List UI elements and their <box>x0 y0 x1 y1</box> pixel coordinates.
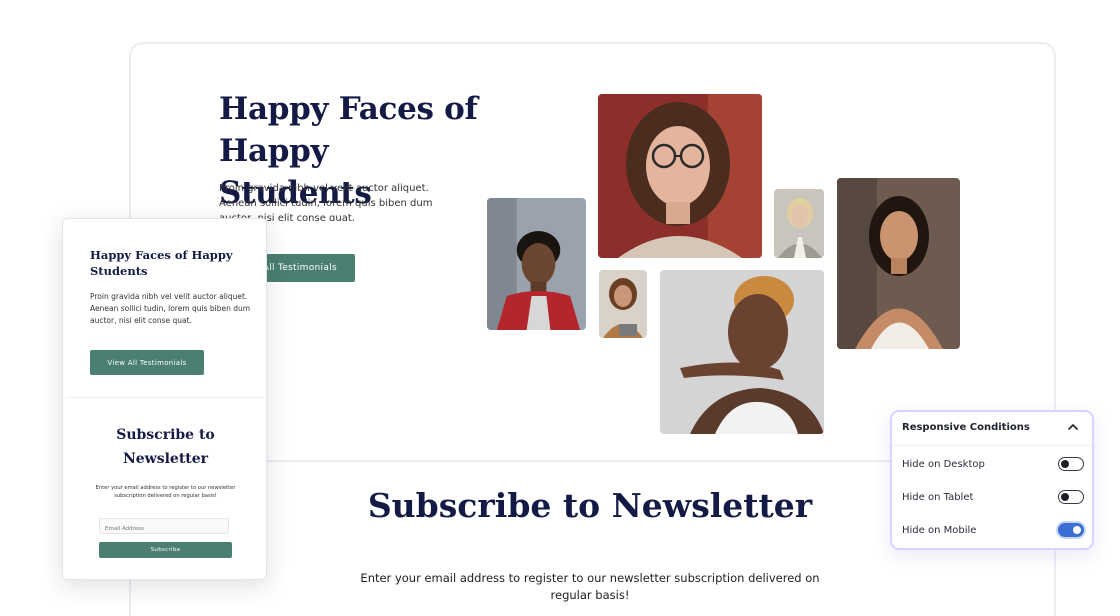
hide-on-desktop-label: Hide on Desktop <box>902 459 985 470</box>
mobile-newsletter-title: Subscribe to Newsletter <box>116 427 215 467</box>
hide-on-tablet-row: Hide on Tablet <box>902 489 1084 507</box>
student-photo <box>837 178 960 349</box>
mobile-section-divider <box>66 397 264 398</box>
subscribe-button[interactable]: Subscribe <box>99 542 232 558</box>
panel-separator <box>892 445 1092 446</box>
hide-on-desktop-toggle[interactable] <box>1058 457 1084 471</box>
mobile-hero-title: Happy Faces of Happy Students <box>90 248 233 278</box>
student-photo <box>774 189 824 258</box>
hide-on-mobile-label: Hide on Mobile <box>902 525 977 536</box>
student-photo <box>599 270 647 338</box>
hero-text: Proin gravida nibh vel velit auctor aliq… <box>219 183 433 221</box>
hide-on-tablet-label: Hide on Tablet <box>902 492 974 503</box>
mobile-newsletter-text: Enter your email address to register to … <box>95 485 236 499</box>
mobile-view-all-testimonials-button[interactable]: View All Testimonials <box>90 350 204 375</box>
mobile-preview-card: Happy Faces of Happy Students Proin grav… <box>62 218 267 580</box>
responsive-conditions-panel: Responsive Conditions Hide on Desktop Hi… <box>890 410 1094 550</box>
student-photo <box>598 94 762 258</box>
student-photo <box>660 270 824 434</box>
responsive-conditions-header[interactable]: Responsive Conditions <box>902 422 1030 433</box>
mobile-hero-text: Proin gravida nibh vel velit auctor aliq… <box>90 292 251 325</box>
hide-on-desktop-row: Hide on Desktop <box>902 456 1084 474</box>
student-photo <box>487 198 586 330</box>
hide-on-tablet-toggle[interactable] <box>1058 490 1084 504</box>
hide-on-mobile-row: Hide on Mobile <box>902 522 1084 540</box>
newsletter-title: Subscribe to Newsletter <box>367 486 813 525</box>
hide-on-mobile-toggle[interactable] <box>1058 523 1084 537</box>
newsletter-text: Enter your email address to register to … <box>360 571 820 602</box>
email-input[interactable] <box>99 518 229 534</box>
chevron-up-icon[interactable] <box>1066 420 1080 434</box>
